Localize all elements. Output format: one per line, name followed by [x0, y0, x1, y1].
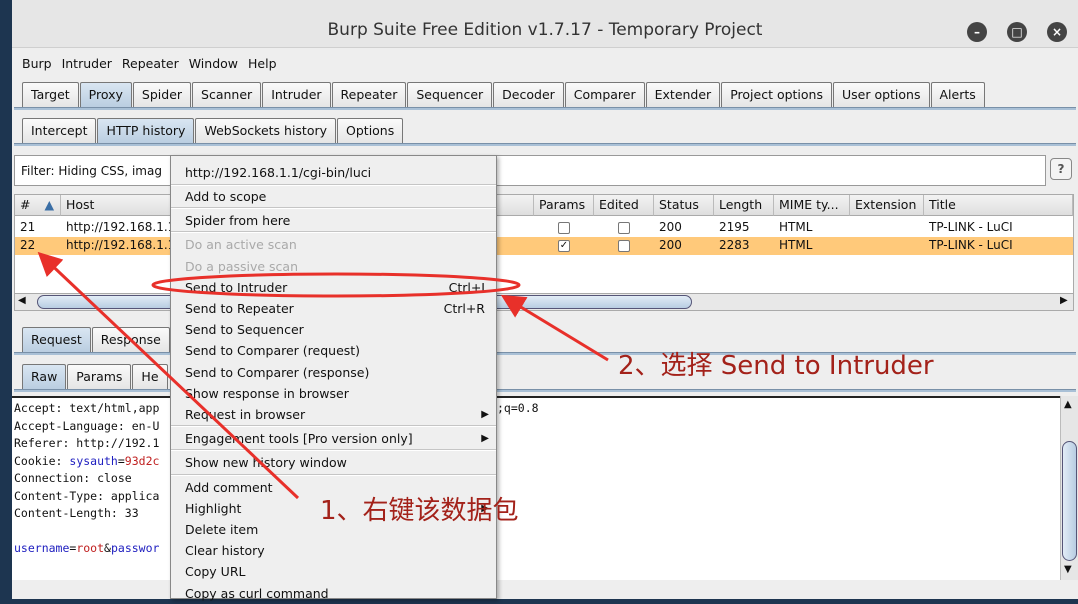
arrow-to-menu-item [500, 294, 609, 362]
annotation-step1: 1、右键该数据包 [320, 496, 519, 526]
annotation-step2: 2、选择 Send to Intruder [618, 351, 934, 381]
arrow-to-row [37, 251, 300, 500]
highlight-ellipse [151, 272, 521, 298]
annotation-overlay [37, 251, 609, 500]
